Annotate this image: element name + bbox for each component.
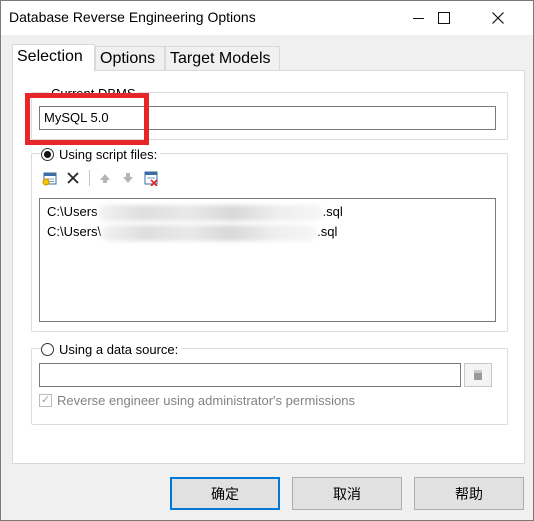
file-path-suffix: .sql — [322, 204, 343, 219]
radio-button-unselected[interactable] — [41, 343, 54, 356]
annotation-highlight-box — [25, 93, 149, 145]
checkbox-checked-disabled[interactable]: ✓ — [39, 394, 52, 407]
close-button[interactable] — [475, 1, 521, 35]
maximize-icon — [438, 12, 450, 24]
window-title: Database Reverse Engineering Options — [9, 9, 256, 25]
list-item[interactable]: C:\Users\ .sql — [47, 222, 488, 242]
radio-button-selected[interactable] — [41, 148, 54, 161]
browse-data-source-button[interactable] — [464, 363, 492, 387]
delete-icon[interactable] — [64, 169, 82, 187]
ok-button[interactable]: 确定 — [170, 477, 280, 510]
cancel-button[interactable]: 取消 — [292, 477, 402, 510]
list-item[interactable]: C:\Users .sql — [47, 202, 488, 222]
title-bar: Database Reverse Engineering Options — [1, 1, 533, 35]
redacted-path — [97, 204, 323, 221]
clear-list-icon[interactable] — [142, 169, 160, 187]
script-files-radio[interactable]: Using script files: — [41, 147, 161, 162]
dialog-window: Database Reverse Engineering Options Sel… — [0, 0, 534, 521]
file-path-prefix: C:\Users — [47, 204, 98, 219]
add-file-icon[interactable] — [41, 169, 59, 187]
file-path-prefix: C:\Users\ — [47, 224, 102, 239]
admin-permissions-checkbox[interactable]: ✓ Reverse engineer using administrator's… — [39, 393, 355, 408]
script-files-label: Using script files: — [59, 147, 158, 162]
toolbar-separator — [89, 170, 90, 186]
tab-options[interactable]: Options — [95, 46, 165, 70]
redacted-path — [101, 224, 318, 241]
database-icon — [474, 370, 482, 380]
data-source-field[interactable] — [39, 363, 461, 387]
data-source-label: Using a data source: — [59, 342, 179, 357]
close-icon — [492, 12, 504, 24]
maximize-button[interactable] — [421, 1, 467, 35]
data-source-radio[interactable]: Using a data source: — [41, 342, 182, 357]
tab-target-models[interactable]: Target Models — [165, 46, 280, 70]
help-button[interactable]: 帮助 — [414, 477, 524, 510]
move-up-icon[interactable] — [96, 169, 114, 187]
script-file-list[interactable]: C:\Users .sql C:\Users\ .sql — [39, 198, 496, 322]
move-down-icon[interactable] — [119, 169, 137, 187]
admin-permissions-label: Reverse engineer using administrator's p… — [57, 393, 356, 408]
file-path-suffix: .sql — [317, 224, 338, 239]
tab-selection[interactable]: Selection — [12, 44, 95, 72]
script-toolbar — [41, 169, 165, 187]
